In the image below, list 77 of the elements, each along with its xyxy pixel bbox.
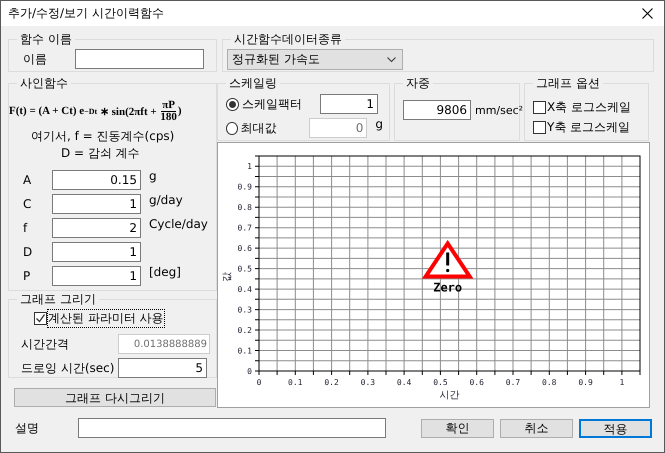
- checkbox[interactable]: [533, 100, 546, 114]
- unit-label: mm/sec²: [475, 104, 524, 116]
- checkbox-label: 계산된 파라미터 사용: [48, 310, 164, 326]
- unit-label: g: [375, 117, 383, 131]
- unit-label: Cycle/day: [149, 217, 208, 231]
- type-dropdown[interactable]: 정규화된 가속도: [227, 49, 403, 70]
- tick-label: 0.7: [506, 378, 520, 387]
- parameter-field[interactable]: 1: [52, 266, 141, 286]
- tick-label: 0.3: [360, 378, 376, 387]
- warning-label: Zero: [433, 280, 462, 294]
- unit-label: g: [149, 169, 157, 183]
- tick-label: 0.7: [238, 224, 252, 233]
- tick-label: 0.1: [288, 378, 302, 387]
- close-icon[interactable]: [642, 8, 653, 19]
- tick-label: 0.9: [238, 182, 252, 192]
- checkbox-label: Y축 로그스케일: [547, 118, 630, 136]
- tick-label: 0.1: [238, 346, 252, 356]
- field-label: 시간간격: [21, 336, 70, 352]
- parameter-label: f: [22, 221, 28, 235]
- field-label: 드로잉 시간(sec): [21, 360, 116, 376]
- tick-label: 0.3: [238, 306, 252, 315]
- tick-label: 0: [247, 367, 252, 376]
- group-title: 자중: [405, 75, 431, 92]
- radio-button[interactable]: [226, 98, 239, 110]
- warning-icon: [422, 240, 474, 278]
- group-title: 그래프 그리기: [19, 291, 97, 308]
- dialog-button[interactable]: 취소: [500, 418, 573, 438]
- checkbox[interactable]: [34, 312, 47, 324]
- tick-label: 0.8: [542, 378, 556, 387]
- name-field[interactable]: [75, 49, 204, 69]
- tick-label: 0.2: [324, 378, 339, 387]
- parameter-field[interactable]: 1: [52, 194, 141, 214]
- tick-label: 1: [619, 378, 624, 387]
- parameter-field[interactable]: 2: [52, 218, 141, 238]
- group-title: 함수 이름: [19, 31, 73, 48]
- duration-field[interactable]: 5: [118, 358, 207, 378]
- field-label: 설명: [15, 420, 40, 436]
- redraw-button[interactable]: 그래프 다시그리기: [14, 388, 216, 407]
- tick-label: 0.4: [396, 378, 412, 387]
- tick-label: 1: [247, 162, 252, 172]
- note-text: D = 감쇠 계수: [61, 145, 140, 162]
- x-axis-title: 시간: [440, 390, 460, 401]
- note-text: 여기서, f = 진동계수(cps): [31, 128, 174, 145]
- unit-label: [deg]: [149, 265, 181, 279]
- group-title: 스케일링: [228, 75, 278, 92]
- field-label: 이름: [22, 50, 48, 68]
- scale-field[interactable]: 1: [320, 94, 378, 114]
- tick-label: 0.9: [578, 378, 593, 387]
- unit-label: g/day: [149, 193, 183, 207]
- tick-label: 0.8: [238, 203, 252, 212]
- y-axis-title: 값: [222, 272, 233, 282]
- tick-label: 0.6: [470, 378, 484, 387]
- parameter-label: D: [22, 245, 34, 259]
- checkbox[interactable]: [533, 120, 546, 134]
- dialog-button[interactable]: 확인: [421, 418, 494, 438]
- tick-label: 0: [256, 378, 262, 387]
- weight-field[interactable]: 9806: [403, 100, 471, 120]
- parameter-label: A: [22, 173, 32, 187]
- dialog-button[interactable]: 적용: [579, 418, 652, 438]
- tick-label: 0.4: [238, 285, 252, 294]
- parameter-label: C: [22, 197, 32, 211]
- group-title: 사인함수: [19, 75, 69, 92]
- group-title: 시간함수데이터종류: [233, 31, 343, 48]
- window-title: 추가/수정/보기 시간이력함수: [8, 5, 164, 22]
- parameter-field[interactable]: 1: [52, 242, 141, 262]
- group-title: 그래프 옵션: [535, 75, 601, 92]
- radio-label: 스케일팩터: [242, 96, 303, 112]
- tick-label: 0.6: [238, 244, 252, 254]
- tick-label: 0.5: [238, 264, 252, 274]
- radio-label: 최대값: [240, 120, 278, 136]
- tick-label: 0.2: [238, 326, 252, 336]
- description-field[interactable]: [78, 418, 386, 438]
- caret-icon[interactable]: [387, 56, 396, 62]
- checkbox-label: X축 로그스케일: [547, 98, 632, 116]
- parameter-label: P: [22, 269, 32, 283]
- parameter-field[interactable]: 0.15: [52, 170, 141, 190]
- tick-label: 0.5: [433, 378, 448, 387]
